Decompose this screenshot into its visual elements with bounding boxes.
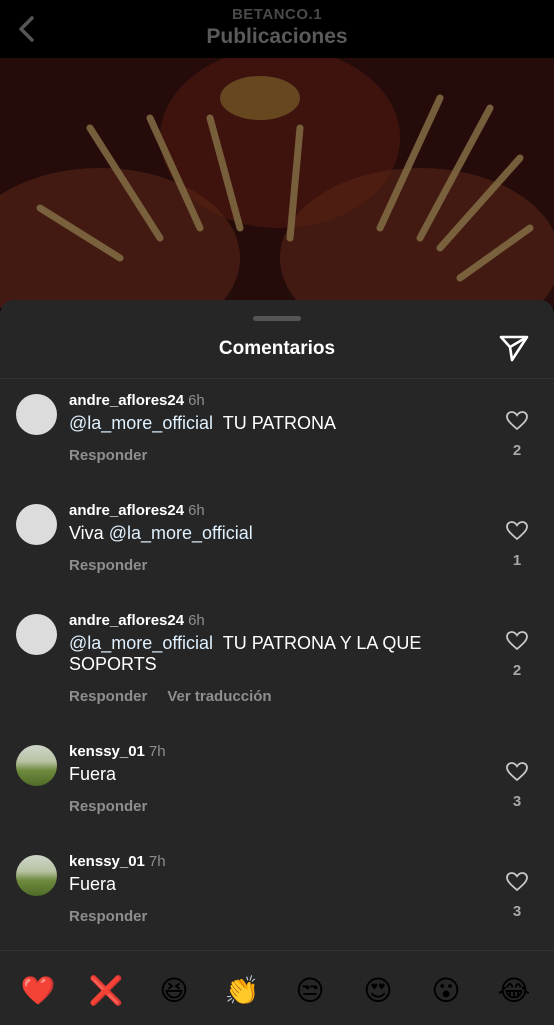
reply-button[interactable]: Responder — [69, 688, 147, 705]
comment-time: 6h — [188, 612, 205, 629]
comment-actions: Responder — [69, 557, 167, 574]
avatar[interactable] — [16, 394, 57, 435]
comment-username[interactable]: andre_aflores24 — [69, 612, 184, 629]
like-count: 3 — [512, 903, 522, 920]
comment-header: andre_aflores24 6h — [69, 392, 205, 410]
header-username: BETANCO.1 — [231, 6, 323, 23]
surprised-reaction[interactable]: 😮 — [426, 971, 466, 1011]
comment-text: @la_more_official TU PATRONA Y LA QUE SO… — [69, 633, 479, 675]
reply-button[interactable]: Responder — [69, 798, 147, 815]
heart-eyes-reaction[interactable]: 😍 — [358, 971, 398, 1011]
reply-button[interactable]: Responder — [69, 908, 147, 925]
cross-reaction[interactable]: ❌ — [86, 971, 126, 1011]
reply-button[interactable]: Responder — [69, 447, 147, 464]
comments-title: Comentarios — [218, 338, 336, 359]
like-count: 2 — [512, 662, 522, 679]
comment-time: 7h — [148, 853, 166, 870]
quick-reactions-bar: ❤️ ❌ 😆 👏 😒 😍 😮 😂 — [0, 950, 554, 1025]
comment-time: 6h — [188, 502, 205, 519]
clapping-reaction[interactable]: 👏 — [222, 971, 262, 1011]
like-count: 2 — [512, 442, 522, 459]
reply-button[interactable]: Responder — [69, 557, 147, 574]
like-count: 1 — [512, 552, 522, 569]
comment-text: Fuera — [69, 874, 479, 895]
image-dim-overlay — [0, 58, 554, 308]
mention-link[interactable]: @la_more_official — [69, 413, 213, 433]
comment-actions: Responder — [69, 798, 167, 815]
comment-text: @la_more_official TU PATRONA — [69, 413, 479, 434]
comment-username[interactable]: kenssy_01 — [69, 743, 145, 760]
avatar[interactable] — [16, 855, 57, 896]
comment-username[interactable]: andre_aflores24 — [69, 392, 184, 409]
avatar[interactable] — [16, 504, 57, 545]
heart-reaction[interactable]: ❤️ — [18, 971, 58, 1011]
heart-icon[interactable] — [506, 631, 528, 651]
comment-actions: Responder — [69, 908, 167, 925]
post-image — [0, 58, 554, 308]
avatar[interactable] — [16, 614, 57, 655]
laughing-reaction[interactable]: 😆 — [154, 971, 194, 1011]
comment-actions: Responder — [69, 447, 167, 464]
unamused-reaction[interactable]: 😒 — [290, 971, 330, 1011]
like-count: 3 — [512, 793, 522, 810]
comment-header: kenssy_01 7h — [69, 743, 166, 761]
comment-header: andre_aflores24 6h — [69, 612, 205, 630]
comment-body: TU PATRONA — [213, 413, 337, 433]
comment-username[interactable]: andre_aflores24 — [69, 502, 184, 519]
mention-link[interactable]: @la_more_official — [109, 523, 253, 543]
comment-header: kenssy_01 7h — [69, 853, 166, 871]
comment-actions: Responder Ver traducción — [69, 688, 292, 705]
avatar[interactable] — [16, 745, 57, 786]
comment-prefix: Viva — [69, 523, 109, 543]
top-bar: BETANCO.1 Publicaciones — [0, 0, 554, 58]
comment-time: 6h — [188, 392, 205, 409]
heart-icon[interactable] — [506, 762, 528, 782]
divider — [0, 378, 554, 379]
drag-handle[interactable] — [253, 316, 301, 321]
comment-time: 7h — [148, 743, 166, 760]
heart-icon[interactable] — [506, 521, 528, 541]
tears-of-joy-reaction[interactable]: 😂 — [494, 971, 534, 1011]
heart-icon[interactable] — [506, 411, 528, 431]
mention-link[interactable]: @la_more_official — [69, 633, 213, 653]
heart-icon[interactable] — [506, 872, 528, 892]
comment-text: Viva @la_more_official — [69, 523, 479, 544]
comment-username[interactable]: kenssy_01 — [69, 853, 145, 870]
comment-header: andre_aflores24 6h — [69, 502, 205, 520]
translate-button[interactable]: Ver traducción — [167, 688, 271, 705]
comment-body: Fuera — [69, 764, 117, 784]
comment-text: Fuera — [69, 764, 479, 785]
comment-body: Fuera — [69, 874, 117, 894]
header-titles: BETANCO.1 Publicaciones — [0, 6, 554, 50]
page-title: Publicaciones — [206, 25, 348, 48]
share-send-icon[interactable] — [498, 332, 530, 364]
